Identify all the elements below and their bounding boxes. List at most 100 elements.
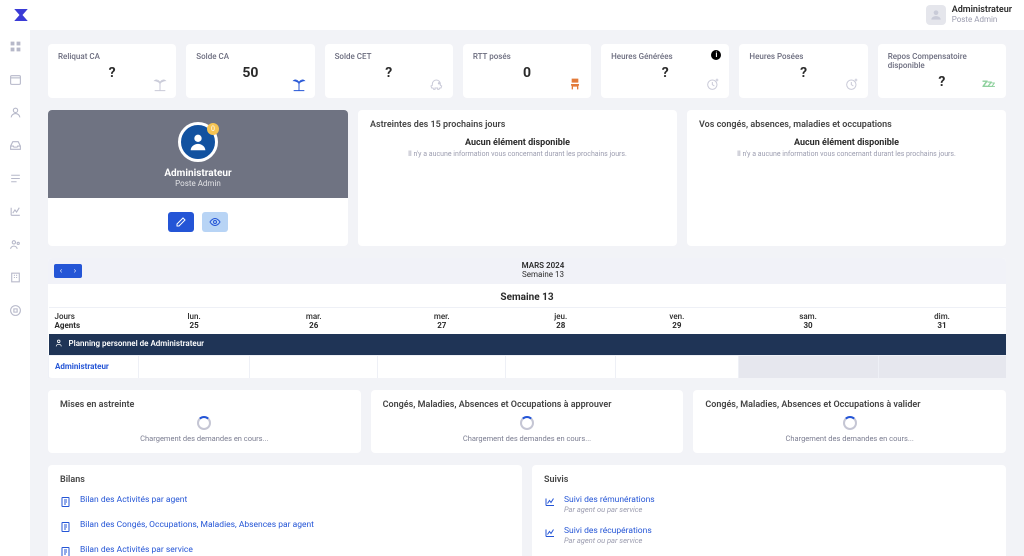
nav-list-icon[interactable]	[9, 172, 22, 185]
kpi-value: ?	[58, 65, 166, 81]
kpi-card: Heures Posées ?	[739, 44, 867, 98]
day-cell[interactable]	[738, 356, 878, 378]
report-icon	[60, 521, 72, 533]
day-header: sam.30	[738, 307, 878, 334]
conges-panel: Vos congés, absences, maladies et occupa…	[687, 110, 1006, 246]
user-menu[interactable]: Administrateur Poste Admin	[926, 5, 1012, 25]
nav-calendar-icon[interactable]	[9, 73, 22, 86]
avatar-large-icon: 0	[178, 122, 218, 162]
nav-more-icon[interactable]	[9, 304, 22, 317]
spinner-icon	[843, 416, 857, 430]
loading-panel: Mises en astreinte Chargement des demand…	[48, 390, 361, 453]
profile-card: 0 Administrateur Poste Admin	[48, 110, 348, 246]
clock-plus-icon	[705, 76, 721, 92]
report-icon	[60, 546, 72, 556]
day-cell[interactable]	[139, 356, 250, 378]
spinner-icon	[197, 416, 211, 430]
empty-sub: Il n'y a aucune information vous concern…	[370, 150, 665, 158]
avatar-badge: 0	[207, 123, 219, 135]
calendar: ‹ › MARS 2024 Semaine 13 Semaine 13 Jour…	[48, 258, 1006, 378]
kpi-label: Reliquat CA	[58, 52, 166, 61]
calendar-section-label: Planning personnel de Administrateur	[49, 334, 1007, 356]
prev-week-button[interactable]: ‹	[54, 264, 68, 278]
profile-role: Poste Admin	[175, 179, 221, 188]
report-icon	[60, 496, 72, 508]
chart-icon	[544, 496, 556, 508]
next-week-button[interactable]: ›	[68, 264, 82, 278]
piggy-icon	[429, 76, 445, 92]
palm-icon	[291, 76, 307, 92]
kpi-card: Heures Générées ? i	[601, 44, 729, 98]
kpi-label: Repos Compensatoire disponible	[888, 52, 996, 70]
edit-button[interactable]	[168, 212, 194, 232]
day-header: dim.31	[878, 307, 1006, 334]
kpi-value: 50	[196, 65, 304, 81]
kpi-value: ?	[749, 65, 857, 81]
panel-title: Vos congés, absences, maladies et occupa…	[699, 120, 994, 130]
kpi-card: Solde CA 50	[186, 44, 314, 98]
kpi-card: RTT posés 0	[463, 44, 591, 98]
empty-sub: Il n'y a aucune information vous concern…	[699, 150, 994, 158]
loading-text: Chargement des demandes en cours...	[60, 434, 349, 443]
kpi-value: 0	[473, 65, 581, 81]
bilans-panel: Bilans Bilan des Activités par agent Bila…	[48, 465, 522, 556]
kpi-label: Heures Posées	[749, 52, 857, 61]
app-logo	[12, 6, 30, 24]
day-cell[interactable]	[378, 356, 506, 378]
view-button[interactable]	[202, 212, 228, 232]
day-header: lun.25	[139, 307, 250, 334]
empty-title: Aucun élément disponible	[370, 138, 665, 148]
kpi-card: Repos Compensatoire disponible ? zzz	[878, 44, 1006, 98]
avatar-icon	[926, 5, 946, 25]
calendar-week: Semaine 13	[86, 271, 1000, 280]
profile-name: Administrateur	[164, 168, 231, 179]
nav-inbox-icon[interactable]	[9, 139, 22, 152]
palm-icon	[152, 76, 168, 92]
panel-title: Suivis	[544, 475, 994, 485]
astreintes-panel: Astreintes des 15 prochains jours Aucun …	[358, 110, 677, 246]
day-cell[interactable]	[250, 356, 378, 378]
spinner-icon	[520, 416, 534, 430]
panel-title: Congés, Maladies, Absences et Occupation…	[383, 400, 672, 410]
day-cell[interactable]	[616, 356, 738, 378]
report-link[interactable]: Bilan des Activités par service	[60, 545, 510, 556]
kpi-value: ?	[611, 65, 719, 81]
nav-chart-icon[interactable]	[9, 205, 22, 218]
info-icon[interactable]: i	[711, 50, 721, 60]
kpi-label: Solde CA	[196, 52, 304, 61]
day-cell[interactable]	[506, 356, 616, 378]
calendar-week-title: Semaine 13	[48, 284, 1006, 307]
clock-plus-icon	[844, 76, 860, 92]
link-sub: Par agent ou par service	[564, 505, 655, 514]
nav-users-icon[interactable]	[9, 238, 22, 251]
tracking-link[interactable]: Suivi des rémunérationsPar agent ou par …	[544, 495, 994, 514]
tracking-link[interactable]: Suivi des récupérationsPar agent ou par …	[544, 526, 994, 545]
top-header: Administrateur Poste Admin	[0, 0, 1024, 30]
chair-icon	[567, 76, 583, 92]
sidebar	[0, 30, 30, 556]
agent-name-cell: Administrateur	[49, 356, 139, 378]
kpi-card: Solde CET ?	[325, 44, 453, 98]
kpi-value: ?	[888, 74, 996, 90]
link-sub: Par agent ou par service	[564, 536, 652, 545]
report-link[interactable]: Bilan des Congés, Occupations, Maladies,…	[60, 520, 510, 533]
kpi-label: Solde CET	[335, 52, 443, 61]
loading-text: Chargement des demandes en cours...	[383, 434, 672, 443]
day-header: mar.26	[250, 307, 378, 334]
kpi-card: Reliquat CA ?	[48, 44, 176, 98]
day-header: jeu.28	[506, 307, 616, 334]
agents-header: JoursAgents	[49, 307, 139, 334]
panel-title: Bilans	[60, 475, 510, 485]
suivis-panel: Suivis Suivi des rémunérationsPar agent …	[532, 465, 1006, 556]
panel-title: Mises en astreinte	[60, 400, 349, 410]
day-cell[interactable]	[878, 356, 1006, 378]
kpi-label: RTT posés	[473, 52, 581, 61]
nav-building-icon[interactable]	[9, 271, 22, 284]
panel-title: Congés, Maladies, Absences et Occupation…	[705, 400, 994, 410]
empty-title: Aucun élément disponible	[699, 138, 994, 148]
report-link[interactable]: Bilan des Activités par agent	[60, 495, 510, 508]
day-header: mer.27	[378, 307, 506, 334]
nav-user-icon[interactable]	[9, 106, 22, 119]
nav-dashboard-icon[interactable]	[9, 40, 22, 53]
loading-text: Chargement des demandes en cours...	[705, 434, 994, 443]
